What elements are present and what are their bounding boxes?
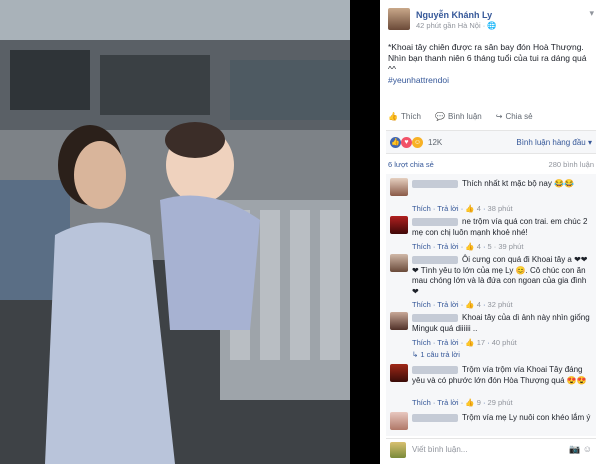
comment-sort-dropdown[interactable]: Bình luận hàng đầu ▾ <box>516 138 592 147</box>
reactions-bar: 👍 ♥ ☺ 12K Bình luận hàng đầu ▾ <box>386 130 596 154</box>
comment-item: Thích nhất kt mặc bộ nay 😂😂 Thích · Trả … <box>390 178 594 216</box>
comment-like-link[interactable]: Thích <box>412 204 431 213</box>
comments-list: Thích nhất kt mặc bộ nay 😂😂 Thích · Trả … <box>386 174 596 436</box>
comment-reply-link[interactable]: Trả lời <box>437 338 458 347</box>
post-photo[interactable] <box>0 0 350 464</box>
emoji-icon[interactable]: ☺ <box>583 444 592 454</box>
post-header: Nguyễn Khánh Ly 42 phút gần Hà Nội · 🌐 ▾ <box>388 8 594 34</box>
commenter-avatar[interactable] <box>390 412 408 430</box>
comment-icon: 💬 <box>434 112 445 121</box>
post-hashtag[interactable]: #yeunhattrendoi <box>388 75 449 85</box>
comment-like-link[interactable]: Thích <box>412 242 431 251</box>
post-side-panel: Nguyễn Khánh Ly 42 phút gần Hà Nội · 🌐 ▾… <box>380 0 600 464</box>
comment-likes: 👍 17 <box>465 338 486 347</box>
commenter-avatar[interactable] <box>390 178 408 196</box>
comment-text: Trộm vía trộm vía Khoai Tây đáng yêu và … <box>412 365 587 385</box>
comment-likes: 👍 4 <box>465 204 481 213</box>
comment-likes: 👍 9 <box>465 398 481 407</box>
comment-time: 38 phút <box>487 204 513 213</box>
shares-count[interactable]: 6 lượt chia sẻ <box>388 160 434 169</box>
like-reaction-icon: 👍 <box>390 137 401 148</box>
comment-item: Trộm vía mẹ Ly nuôi con khéo lắm ý <box>390 412 594 436</box>
comment-actions: Thích · Trả lời · 👍 4 · 38 phút <box>412 204 513 213</box>
commenter-avatar[interactable] <box>390 216 408 234</box>
post-meta: 42 phút gần Hà Nội · 🌐 <box>416 21 497 30</box>
post-actions: 👍 Thích 💬 Bình luận ↪ Chia sẻ <box>388 112 594 126</box>
chevron-down-icon[interactable]: ▾ <box>589 8 594 19</box>
comment-time: 5 · 39 phút <box>487 242 524 251</box>
comment-likes: 👍 4 <box>465 300 481 309</box>
view-replies-link[interactable]: ↳ 1 câu trả lời <box>412 350 460 359</box>
comment-reply-link[interactable]: Trả lời <box>437 300 458 309</box>
comment-text: Ôi cưng con quá đi Khoai tây a ❤❤❤ Tình … <box>412 255 588 296</box>
comment-time: 40 phút <box>491 338 517 347</box>
reaction-count[interactable]: 12K <box>428 138 442 147</box>
commenter-avatar[interactable] <box>390 254 408 272</box>
share-icon: ↪ <box>495 112 503 121</box>
share-label: Chia sẻ <box>505 112 533 121</box>
comment-time: 32 phút <box>487 300 513 309</box>
author-name[interactable]: Nguyễn Khánh Ly <box>416 10 492 20</box>
comment-input[interactable]: Viết bình luận... <box>412 445 467 454</box>
post-text-block: *Khoai tây chiên được ra sân bay đón Hoà… <box>388 42 596 86</box>
post-text: *Khoai tây chiên được ra sân bay đón Hoà… <box>388 42 587 74</box>
comment-button[interactable]: 💬 Bình luận <box>435 112 482 126</box>
comment-like-link[interactable]: Thích <box>412 398 431 407</box>
author-avatar[interactable] <box>388 8 410 30</box>
comment-actions: Thích · Trả lời · 👍 9 · 29 phút <box>412 398 513 407</box>
comment-item: ne trộm vía quá con trai. em chúc 2 mẹ c… <box>390 216 594 254</box>
comment-label: Bình luận <box>447 112 482 121</box>
comment-text: Thích nhất kt mặc bộ nay 😂😂 <box>462 179 574 188</box>
commenter-avatar[interactable] <box>390 312 408 330</box>
comments-count: 280 bình luận <box>548 160 594 169</box>
comment-actions: Thích · Trả lời · 👍 4 · 32 phút <box>412 300 513 309</box>
comment-reply-link[interactable]: Trả lời <box>437 242 458 251</box>
comment-item: Trộm vía trộm vía Khoai Tây đáng yêu và … <box>390 364 594 410</box>
thumbs-up-icon: 👍 <box>388 112 398 121</box>
camera-icon[interactable]: 📷 <box>569 444 580 454</box>
comment-text: ne trộm vía quá con trai. em chúc 2 mẹ c… <box>412 217 588 237</box>
my-avatar <box>390 442 406 458</box>
comment-text: Khoai tây của dì ảnh này nhìn giống Ming… <box>412 313 590 333</box>
airport-photo-illustration <box>0 0 350 464</box>
comment-item: Ôi cưng con quá đi Khoai tây a ❤❤❤ Tình … <box>390 254 594 312</box>
comment-actions: Thích · Trả lời · 👍 4 · 5 · 39 phút <box>412 242 524 251</box>
comment-like-link[interactable]: Thích <box>412 300 431 309</box>
commenter-avatar[interactable] <box>390 364 408 382</box>
comment-likes: 👍 4 <box>465 242 481 251</box>
comment-composer: Viết bình luận... 📷 ☺ <box>386 438 596 460</box>
comment-text: Trộm vía mẹ Ly nuôi con khéo lắm ý <box>462 413 591 422</box>
comment-reply-link[interactable]: Trả lời <box>437 398 458 407</box>
like-button[interactable]: 👍 Thích <box>388 112 421 126</box>
composer-icons: 📷 ☺ <box>569 444 592 455</box>
like-label: Thích <box>400 112 421 121</box>
share-button[interactable]: ↪ Chia sẻ <box>496 112 533 126</box>
love-reaction-icon: ♥ <box>401 137 412 148</box>
comment-actions: Thích · Trả lời · 👍 17 · 40 phút <box>412 338 517 347</box>
comment-reply-link[interactable]: Trả lời <box>437 204 458 213</box>
comment-item: Khoai tây của dì ảnh này nhìn giống Ming… <box>390 312 594 350</box>
comment-time: 29 phút <box>487 398 513 407</box>
comment-like-link[interactable]: Thích <box>412 338 431 347</box>
wow-reaction-icon: ☺ <box>412 137 423 148</box>
